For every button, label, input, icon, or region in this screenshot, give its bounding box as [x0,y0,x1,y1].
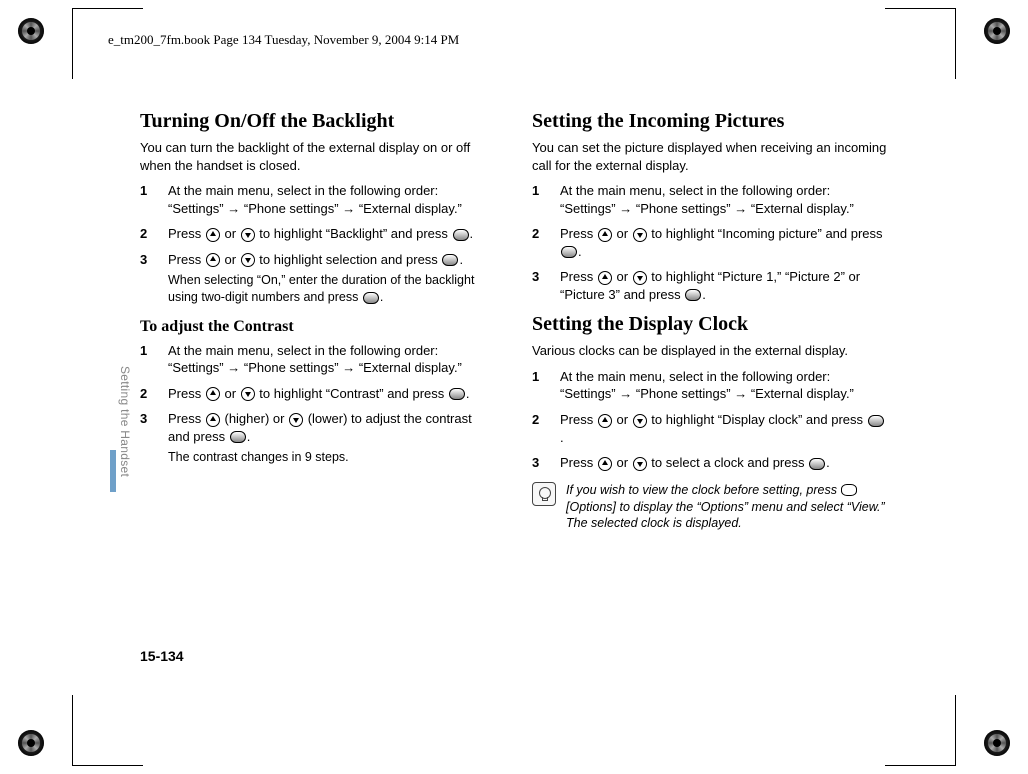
list-item: 2 Press or to highlight “Backlight” and … [140,225,496,243]
center-button-icon [449,388,465,400]
heading-contrast: To adjust the Contrast [140,316,496,338]
up-button-icon [598,457,612,471]
crop-mark-icon [885,8,956,79]
up-button-icon [206,413,220,427]
intro-clock: Various clocks can be displayed in the e… [532,342,888,360]
down-button-icon [633,457,647,471]
down-button-icon [633,228,647,242]
tip-box: If you wish to view the clock before set… [532,482,888,533]
heading-clock: Setting the Display Clock [532,311,888,338]
crop-mark-icon [885,695,956,766]
list-item: 1 At the main menu, select in the follow… [140,182,496,217]
page-number: 15-134 [140,648,184,664]
section-label: Setting the Handset [118,366,132,477]
center-button-icon [685,289,701,301]
center-button-icon [868,415,884,427]
center-button-icon [809,458,825,470]
up-button-icon [598,414,612,428]
list-item: 1 At the main menu, select in the follow… [140,342,496,377]
down-button-icon [241,387,255,401]
center-button-icon [561,246,577,258]
crop-mark-icon [72,695,143,766]
down-button-icon [633,414,647,428]
list-item: 1 At the main menu, select in the follow… [532,368,888,403]
down-button-icon [633,271,647,285]
column-right: Setting the Incoming Pictures You can se… [532,108,888,666]
column-left: Turning On/Off the Backlight You can tur… [140,108,496,666]
list-item: 3 Press or to select a clock and press . [532,454,888,472]
section-tab [110,450,116,492]
up-button-icon [206,253,220,267]
steps-clock: 1 At the main menu, select in the follow… [532,368,888,472]
registration-dial-icon [984,730,1010,756]
list-item: 1 At the main menu, select in the follow… [532,182,888,217]
intro-backlight: You can turn the backlight of the extern… [140,139,496,174]
center-button-icon [453,229,469,241]
body: Turning On/Off the Backlight You can tur… [140,108,888,666]
up-button-icon [598,271,612,285]
steps-backlight: 1 At the main menu, select in the follow… [140,182,496,306]
registration-dial-icon [18,730,44,756]
center-button-icon [363,292,379,304]
list-item: 3 Press (higher) or (lower) to adjust th… [140,410,496,466]
down-button-icon [289,413,303,427]
softkey-icon [841,484,857,496]
down-button-icon [241,253,255,267]
lightbulb-icon [532,482,556,506]
center-button-icon [230,431,246,443]
list-item: 2 Press or to highlight “Contrast” and p… [140,385,496,403]
up-button-icon [598,228,612,242]
heading-incoming: Setting the Incoming Pictures [532,108,888,135]
up-button-icon [206,387,220,401]
list-item: 3 Press or to highlight selection and pr… [140,251,496,306]
registration-dial-icon [984,18,1010,44]
up-button-icon [206,228,220,242]
heading-backlight: Turning On/Off the Backlight [140,108,496,135]
registration-dial-icon [18,18,44,44]
steps-contrast: 1 At the main menu, select in the follow… [140,342,496,467]
list-item: 2 Press or to highlight “Incoming pictur… [532,225,888,260]
down-button-icon [241,228,255,242]
list-item: 2 Press or to highlight “Display clock” … [532,411,888,446]
list-item: 3 Press or to highlight “Picture 1,” “Pi… [532,268,888,303]
center-button-icon [442,254,458,266]
steps-incoming: 1 At the main menu, select in the follow… [532,182,888,303]
page: e_tm200_7fm.book Page 134 Tuesday, Novem… [0,0,1028,774]
page-header: e_tm200_7fm.book Page 134 Tuesday, Novem… [108,32,459,48]
intro-incoming: You can set the picture displayed when r… [532,139,888,174]
